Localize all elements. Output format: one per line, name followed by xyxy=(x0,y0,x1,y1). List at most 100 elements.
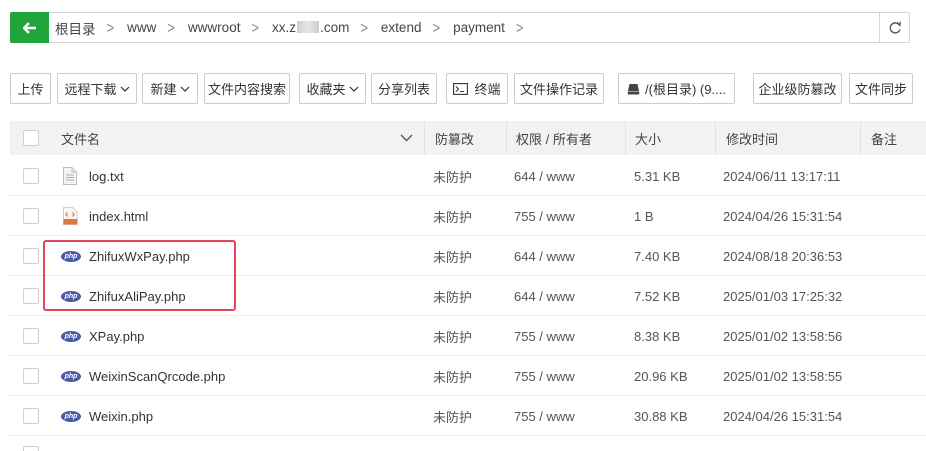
header-permission-label: 权限 / 所有者 xyxy=(516,131,592,147)
modified-time: 2025/01/02 13:58:55 xyxy=(723,368,843,384)
crumb-domain[interactable]: xx.z .com xyxy=(271,20,349,35)
row-checkbox[interactable] xyxy=(23,446,39,451)
php-badge-label: php xyxy=(61,330,81,342)
sort-chevron-down-icon[interactable] xyxy=(400,121,413,155)
modified-time: 2025/01/03 17:25:32 xyxy=(723,288,843,304)
protection-status: 未防护 xyxy=(433,369,473,385)
permission-owner[interactable]: 755 / www xyxy=(514,196,575,236)
terminal-button[interactable]: 终端 xyxy=(446,73,508,104)
upload-label: 上传 xyxy=(17,82,44,97)
protection-status: 未防护 xyxy=(433,329,473,345)
permission-owner[interactable]: 644 / www xyxy=(514,276,575,316)
permission-owner[interactable]: 644 / www xyxy=(514,156,575,196)
row-checkbox[interactable] xyxy=(23,168,39,184)
column-divider xyxy=(506,121,507,155)
content-search-label: 文件内容搜索 xyxy=(207,82,286,97)
chevron-right-icon: > xyxy=(167,18,175,37)
back-button[interactable] xyxy=(10,12,49,43)
path-bar: 根目录 > www > wwwroot > xx.z .com > extend … xyxy=(10,12,910,43)
chevron-down-icon xyxy=(120,86,130,92)
row-checkbox[interactable] xyxy=(23,248,39,264)
php-badge-label: php xyxy=(61,410,81,422)
table-row[interactable]: php Weixin.php 未防护 755 / www 30.88 KB 20… xyxy=(10,396,926,436)
file-sync-button[interactable]: 文件同步 xyxy=(849,73,913,104)
refresh-icon xyxy=(889,21,901,34)
html-file-icon xyxy=(63,196,78,236)
tamper-proof-label: 企业级防篡改 xyxy=(758,82,837,97)
column-header-modified[interactable]: 修改时间 xyxy=(726,121,778,155)
permission-owner[interactable]: 755 / www xyxy=(514,316,575,356)
permission-owner[interactable]: 644 / www xyxy=(514,236,575,276)
column-header-size[interactable]: 大小 xyxy=(635,121,661,155)
table-row[interactable]: php XPay.php 未防护 755 / www 8.38 KB 2025/… xyxy=(10,316,926,356)
crumb-www[interactable]: www xyxy=(126,20,156,35)
row-checkbox[interactable] xyxy=(23,288,39,304)
modified-time: 2025/01/02 13:58:56 xyxy=(723,328,843,344)
row-checkbox[interactable] xyxy=(23,208,39,224)
domain-suffix: .com xyxy=(320,20,350,35)
content-search-button[interactable]: 文件内容搜索 xyxy=(204,73,290,104)
chevron-down-icon xyxy=(349,86,359,92)
disk-label: /(根目录) (9.... xyxy=(645,82,726,97)
refresh-button[interactable] xyxy=(879,12,910,43)
file-sync-label: 文件同步 xyxy=(854,82,907,97)
tamper-proof-button[interactable]: 企业级防篡改 xyxy=(753,73,842,104)
file-size: 20.96 KB xyxy=(634,368,688,384)
header-size-label: 大小 xyxy=(635,131,662,147)
chevron-right-icon: > xyxy=(432,18,441,37)
file-size: 30.88 KB xyxy=(634,408,688,424)
remote-download-label: 远程下载 xyxy=(64,82,117,97)
crumb-wwwroot[interactable]: wwwroot xyxy=(187,20,241,35)
header-protection-label: 防篡改 xyxy=(435,131,475,147)
table-row[interactable]: index.html 未防护 755 / www 1 B 2024/04/26 … xyxy=(10,196,926,236)
redacted-text xyxy=(297,21,320,33)
file-size: 5.31 KB xyxy=(634,168,681,184)
protection-status: 未防护 xyxy=(433,249,473,265)
file-name[interactable]: index.html xyxy=(89,196,148,236)
new-button[interactable]: 新建 xyxy=(142,73,198,104)
file-name[interactable]: log.txt xyxy=(89,156,124,196)
protection-status: 未防护 xyxy=(433,209,473,225)
protection-status: 未防护 xyxy=(433,169,473,185)
modified-time: 2024/06/11 13:17:11 xyxy=(723,168,841,184)
share-list-button[interactable]: 分享列表 xyxy=(371,73,437,104)
table-row[interactable]: log.txt 未防护 644 / www 5.31 KB 2024/06/11… xyxy=(10,156,926,196)
favorites-button[interactable]: 收藏夹 xyxy=(299,73,366,104)
permission-owner[interactable]: 755 / www xyxy=(514,356,575,396)
file-name[interactable]: WeixinScanQrcode.php xyxy=(89,356,225,396)
php-file-icon: php xyxy=(61,316,81,356)
file-size: 1 B xyxy=(634,208,654,224)
chevron-down-icon xyxy=(180,86,190,92)
row-checkbox[interactable] xyxy=(23,328,39,344)
chevron-right-icon: > xyxy=(360,18,368,37)
crumb-root[interactable]: 根目录 xyxy=(54,18,96,38)
row-checkbox[interactable] xyxy=(23,408,39,424)
arrow-left-icon xyxy=(22,21,36,34)
row-checkbox[interactable] xyxy=(23,368,39,384)
terminal-label: 终端 xyxy=(474,82,501,97)
modified-time: 2024/08/18 20:36:53 xyxy=(723,248,843,264)
txt-file-icon xyxy=(63,156,77,196)
chevron-right-icon: > xyxy=(515,18,524,37)
column-header-permission[interactable]: 权限 / 所有者 xyxy=(516,121,592,155)
upload-button[interactable]: 上传 xyxy=(10,73,51,104)
file-name[interactable]: XPay.php xyxy=(89,316,144,356)
crumb-extend[interactable]: extend xyxy=(380,20,422,35)
remote-download-button[interactable]: 远程下载 xyxy=(57,73,137,104)
php-file-icon: php xyxy=(61,396,81,436)
column-header-name[interactable]: 文件名 xyxy=(61,121,100,155)
operation-log-button[interactable]: 文件操作记录 xyxy=(514,73,604,104)
select-all-checkbox[interactable] xyxy=(23,130,39,146)
column-header-protection[interactable]: 防篡改 xyxy=(435,121,474,155)
file-toolbar: 上传 远程下载 新建 文件内容搜索 收藏夹 分享列表 终端 文件操作记录 /(根… xyxy=(0,73,926,104)
modified-time: 2024/04/26 15:31:54 xyxy=(723,408,843,424)
file-size: 7.40 KB xyxy=(634,248,681,264)
file-name[interactable]: Weixin.php xyxy=(89,396,153,436)
breadcrumb: 根目录 > www > wwwroot > xx.z .com > extend … xyxy=(54,13,535,42)
protection-status: 未防护 xyxy=(433,289,473,305)
permission-owner[interactable]: 755 / www xyxy=(514,396,575,436)
crumb-payment[interactable]: payment xyxy=(452,20,505,35)
table-row[interactable]: php WeixinScanQrcode.php 未防护 755 / www 2… xyxy=(10,356,926,396)
disk-button[interactable]: /(根目录) (9.... xyxy=(618,73,735,104)
modified-time: 2024/04/26 15:31:54 xyxy=(723,208,843,224)
